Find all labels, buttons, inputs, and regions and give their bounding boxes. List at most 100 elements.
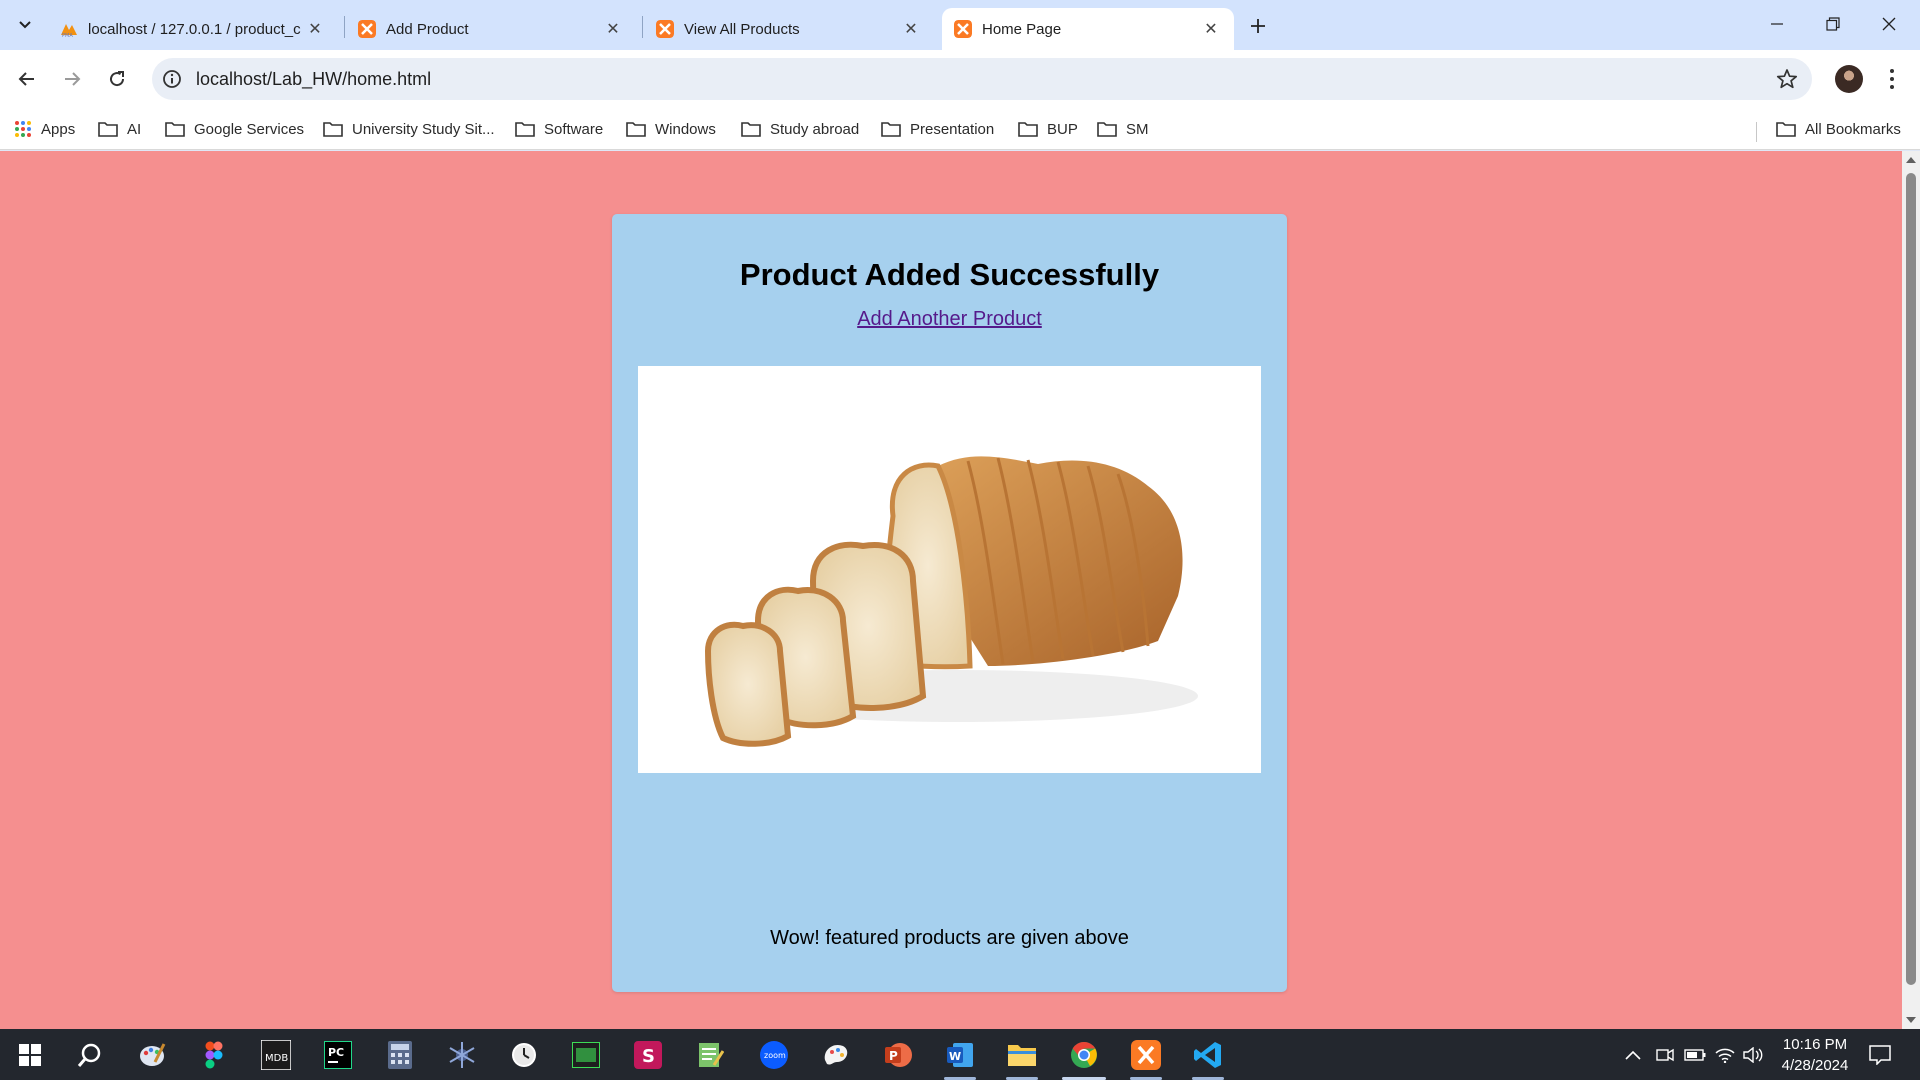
bookmark-folder-ai[interactable]: AI (98, 116, 141, 142)
bookmark-label: Google Services (194, 120, 305, 138)
search-button[interactable] (72, 1037, 108, 1073)
clock-date: 4/28/2024 (1781, 1057, 1849, 1074)
taskbar-paint-3d[interactable] (818, 1037, 854, 1073)
page-title: Product Added Successfully (739, 257, 1160, 292)
bookmark-label: Presentation (910, 120, 995, 138)
all-bookmarks-label: All Bookmarks (1805, 120, 1901, 138)
taskbar-clock-app[interactable] (506, 1037, 542, 1073)
tab-label: Home Page (982, 20, 1062, 38)
tray-overflow-button[interactable] (1622, 1044, 1644, 1066)
close-icon[interactable]: ✕ (1202, 20, 1220, 38)
taskbar-zoom[interactable]: zoom (756, 1037, 792, 1073)
notifications-button[interactable] (1868, 1043, 1892, 1067)
windows-logo-icon (19, 1044, 41, 1066)
new-tab-button[interactable] (1244, 12, 1272, 40)
back-button[interactable] (10, 62, 44, 96)
close-icon[interactable]: ✕ (306, 20, 324, 38)
restore-button[interactable] (1810, 6, 1856, 42)
taskbar-vscode[interactable] (1190, 1037, 1226, 1073)
tray-battery[interactable] (1684, 1044, 1706, 1066)
bookmark-folder-presentation[interactable]: Presentation (881, 116, 994, 142)
url-text[interactable]: localhost/Lab_HW/home.html (196, 69, 431, 90)
bookmark-folder-software[interactable]: Software (515, 116, 603, 142)
bookmark-apps[interactable]: Apps (14, 116, 75, 142)
figma-icon (205, 1041, 223, 1069)
close-icon (1882, 17, 1896, 31)
bookmark-folder-bup[interactable]: BUP (1018, 116, 1078, 142)
vscode-icon (1194, 1042, 1221, 1068)
tab-add-product[interactable]: Add Product ✕ (346, 8, 636, 50)
calculator-icon (388, 1041, 412, 1069)
scrollbar-thumb[interactable] (1906, 173, 1916, 985)
taskbar-pycharm[interactable]: PC (320, 1037, 356, 1073)
tab-search-button[interactable] (10, 10, 40, 40)
tab-label: Add Product (386, 20, 469, 38)
paint-palette-icon (140, 1043, 166, 1066)
taskbar-calculator[interactable] (382, 1037, 418, 1073)
taskbar-xampp[interactable] (1128, 1037, 1164, 1073)
chevron-down-icon (19, 21, 31, 29)
taskbar-slides-app[interactable]: S (630, 1037, 666, 1073)
phpmyadmin-icon: PMA (61, 24, 77, 38)
folder-icon (1008, 1045, 1036, 1066)
zoom-icon: zoom (760, 1041, 788, 1069)
battery-icon (1684, 1049, 1706, 1061)
folder-icon (1776, 122, 1796, 137)
taskbar-file-explorer[interactable] (1004, 1037, 1040, 1073)
taskbar-notepad[interactable] (692, 1037, 728, 1073)
folder-icon (323, 122, 343, 137)
taskbar-powerpoint[interactable]: P (880, 1037, 916, 1073)
reload-button[interactable] (100, 62, 134, 96)
svg-text:MDB: MDB (265, 1053, 288, 1064)
bookmark-folder-windows[interactable]: Windows (626, 116, 716, 142)
taskbar-word[interactable]: W (942, 1037, 978, 1073)
bookmark-folder-study-abroad[interactable]: Study abroad (741, 116, 859, 142)
info-icon[interactable] (162, 69, 182, 89)
taskbar-clock[interactable]: 10:16 PM 4/28/2024 (1760, 1034, 1870, 1076)
tab-label: View All Products (684, 20, 800, 38)
taskbar-terminal[interactable] (568, 1037, 604, 1073)
tab-strip: PMA localhost / 127.0.0.1 / product_c ✕ … (0, 0, 1920, 50)
taskbar-paint[interactable] (134, 1037, 170, 1073)
add-another-product-link[interactable]: Add Another Product (857, 308, 1042, 330)
address-bar[interactable]: localhost/Lab_HW/home.html (152, 58, 1812, 100)
scroll-up-arrow[interactable] (1906, 157, 1916, 163)
start-button[interactable] (12, 1037, 48, 1073)
chevron-up-icon (1625, 1050, 1641, 1060)
bookmark-folder-sm[interactable]: SM (1097, 116, 1149, 142)
tray-wifi[interactable] (1714, 1044, 1736, 1066)
taskbar-network-tool[interactable] (444, 1037, 480, 1073)
svg-text:W: W (949, 1050, 961, 1063)
forward-button[interactable] (55, 62, 89, 96)
profile-avatar[interactable] (1835, 65, 1863, 93)
folder-icon (165, 122, 185, 137)
bookmark-label: Windows (655, 120, 716, 138)
taskbar-figma[interactable] (196, 1037, 232, 1073)
close-window-button[interactable] (1866, 6, 1912, 42)
scroll-down-arrow[interactable] (1906, 1017, 1916, 1023)
page-scrollbar[interactable] (1902, 151, 1920, 1029)
bookmark-folder-university[interactable]: University Study Sit... (323, 116, 495, 142)
all-bookmarks-button[interactable]: All Bookmarks (1776, 116, 1901, 142)
taskbar-mdb[interactable]: MDB (258, 1037, 294, 1073)
plus-icon (1251, 19, 1265, 33)
page-viewport: Product Added Successfully Add Another P… (0, 151, 1920, 1029)
mdb-icon: MDB (261, 1040, 291, 1070)
network-tool-icon (449, 1042, 475, 1068)
success-card: Product Added Successfully Add Another P… (612, 214, 1287, 992)
product-image (638, 366, 1261, 773)
minimize-button[interactable] (1754, 6, 1800, 42)
bookmark-folder-google-services[interactable]: Google Services (165, 116, 304, 142)
taskbar-chrome[interactable] (1066, 1037, 1102, 1073)
browser-menu-button[interactable] (1880, 64, 1904, 94)
close-icon[interactable]: ✕ (604, 20, 622, 38)
star-icon[interactable] (1776, 68, 1798, 90)
tray-meet-now[interactable] (1654, 1044, 1676, 1066)
notepad-icon (699, 1043, 724, 1067)
tab-phpmyadmin[interactable]: PMA localhost / 127.0.0.1 / product_c ✕ (48, 8, 338, 50)
close-icon[interactable]: ✕ (902, 20, 920, 38)
wifi-icon (1715, 1048, 1735, 1063)
tab-view-all-products[interactable]: View All Products ✕ (644, 8, 934, 50)
dot (1890, 77, 1894, 81)
tab-home-page[interactable]: Home Page ✕ (942, 8, 1234, 50)
